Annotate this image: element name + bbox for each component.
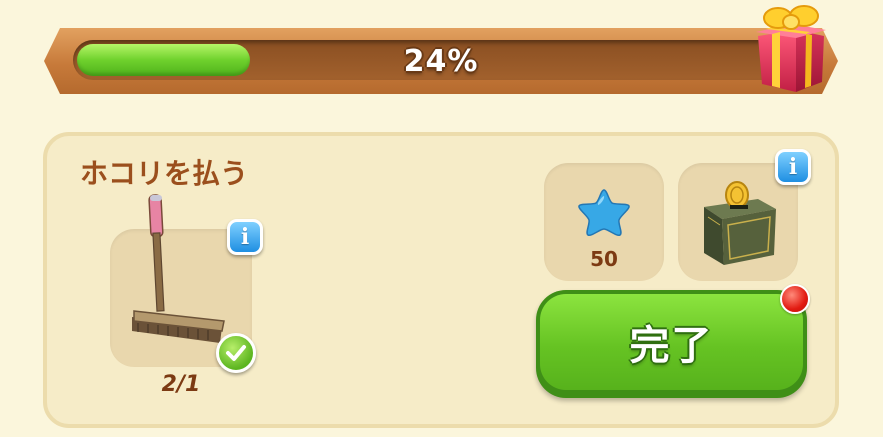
progress-percent-label: 24% bbox=[403, 43, 479, 79]
reward-star-count: 50 bbox=[590, 247, 618, 271]
complete-button-face: 完了 bbox=[540, 294, 803, 390]
info-icon: i bbox=[240, 224, 250, 250]
gift-box-icon[interactable] bbox=[752, 0, 830, 95]
complete-button[interactable]: 完了 bbox=[536, 290, 807, 398]
tool-count: 2/1 bbox=[161, 372, 201, 397]
blue-star-icon[interactable] bbox=[576, 187, 632, 237]
broom-icon[interactable] bbox=[128, 193, 228, 353]
coin-safe-icon[interactable] bbox=[696, 177, 782, 269]
progress-bar: 24% bbox=[44, 28, 838, 94]
info-icon: i bbox=[788, 154, 798, 180]
red-dot-badge bbox=[780, 284, 810, 314]
tool-info-button[interactable]: i bbox=[227, 219, 263, 255]
complete-button-label: 完了 bbox=[629, 324, 714, 368]
task-title: ホコリを払う bbox=[80, 157, 249, 190]
reward-info-button[interactable]: i bbox=[775, 149, 811, 185]
checkmark-icon bbox=[216, 333, 256, 373]
